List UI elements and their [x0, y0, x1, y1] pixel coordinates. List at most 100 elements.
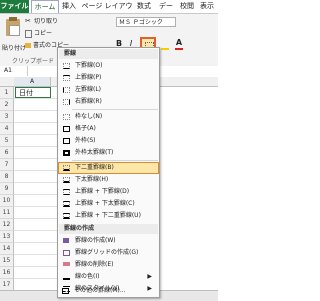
menu-item-draw-border[interactable]: 罫線の作成(W)	[59, 236, 158, 246]
menu-item-label: 線の色(I)	[75, 273, 100, 280]
menu-item-label: 枠なし(N)	[75, 113, 103, 120]
menu-item-label: 罫線グリッドの作成(G)	[75, 249, 139, 256]
font-name-select[interactable]: ＭＳ Ｐゴシック	[116, 17, 176, 27]
column-a-header[interactable]: A	[14, 77, 51, 86]
menu-item-no-border[interactable]: 枠なし(N)	[59, 112, 158, 122]
submenu-arrow-icon: ▶	[147, 273, 152, 280]
paste-label: 貼り付け	[2, 45, 27, 52]
row-header[interactable]: 8	[0, 171, 14, 183]
menu-item-label: 格子(A)	[75, 125, 96, 132]
top-border-icon	[63, 75, 70, 81]
tab-insert[interactable]: 挿入	[61, 0, 77, 13]
tab-home[interactable]: ホーム	[31, 0, 59, 13]
tab-data[interactable]: データ	[156, 0, 176, 23]
tab-file[interactable]: ファイル	[0, 0, 29, 13]
tab-formulas[interactable]: 数式	[136, 0, 152, 13]
fill-color-icon[interactable]	[160, 39, 170, 50]
menu-item-label: 上罫線 + 下二重罫線(U)	[75, 212, 141, 219]
left-border-icon	[63, 87, 70, 93]
top-thick-bottom-icon	[63, 201, 70, 207]
menu-item-right-border[interactable]: 右罫線(R)	[59, 97, 158, 107]
menu-item-label: 外枠太罫線(T)	[75, 149, 114, 156]
grid-pencil-icon	[63, 250, 70, 256]
row-header[interactable]: 2	[0, 99, 14, 111]
no-border-icon	[63, 114, 70, 120]
menu-separator	[72, 109, 158, 110]
top-bottom-icon	[63, 189, 70, 195]
menu-item-top-double-bottom[interactable]: 上罫線 + 下二重罫線(U)	[59, 211, 158, 221]
menu-item-label: 右罫線(R)	[75, 98, 102, 105]
row-header[interactable]: 11	[0, 207, 14, 219]
pencil-icon	[63, 238, 69, 243]
menu-item-bottom-double-border[interactable]: 下二重罫線(B)	[58, 162, 159, 174]
name-box[interactable]: A1	[0, 66, 28, 76]
menu-item-thick-outside[interactable]: 外枠太罫線(T)	[59, 148, 158, 158]
menu-item-top-border[interactable]: 上罫線(P)	[59, 73, 158, 83]
menu-item-label: 下二重罫線(B)	[75, 164, 114, 171]
menu-item-more-borders[interactable]: その他の罫線(M)...	[58, 286, 157, 296]
menu-section-borders: 罫線	[59, 49, 158, 59]
menu-item-label: 罫線の削除(E)	[75, 261, 114, 268]
menu-item-label: 上罫線 + 下太罫線(C)	[75, 200, 135, 207]
clipboard-group-label: クリップボード	[12, 58, 55, 65]
scissors-icon: ✂	[25, 17, 31, 25]
menu-separator	[72, 160, 158, 161]
menu-item-outside-borders[interactable]: 外枠(S)	[59, 136, 158, 146]
menu-item-erase-border[interactable]: 罫線の削除(E)	[59, 260, 158, 270]
all-borders-icon	[63, 126, 70, 132]
row-header[interactable]: 16	[0, 267, 14, 279]
borders-dropdown-menu: 罫線 下罫線(O) 上罫線(P) 左罫線(L) 右罫線(R) 枠なし(N) 格子…	[57, 47, 160, 298]
menu-item-thick-bottom[interactable]: 下太罫線(H)	[59, 175, 158, 185]
clipboard-icon	[6, 17, 20, 36]
outside-borders-icon	[63, 138, 70, 144]
line-color-icon	[63, 274, 70, 280]
thick-bottom-icon	[63, 177, 70, 183]
copy-icon	[25, 29, 32, 38]
tab-view[interactable]: 表示	[198, 0, 216, 13]
row-header[interactable]: 4	[0, 123, 14, 135]
menu-item-top-bottom[interactable]: 上罫線 + 下罫線(D)	[59, 187, 158, 197]
copy-button[interactable]: コピー	[25, 29, 52, 39]
cut-button[interactable]: ✂ 切り取り	[25, 17, 58, 27]
menu-item-label: 下太罫線(H)	[75, 176, 109, 183]
menu-item-draw-grid[interactable]: 罫線グリッドの作成(G)	[59, 248, 158, 258]
menu-item-all-borders[interactable]: 格子(A)	[59, 124, 158, 134]
row-header[interactable]: 5	[0, 135, 14, 147]
row-header[interactable]: 14	[0, 243, 14, 255]
row-header[interactable]: 9	[0, 183, 14, 195]
ribbon-tab-bar: ファイル ホーム 挿入 ページ レイアウト 数式 データ 校閲 表示	[0, 0, 218, 23]
menu-item-label: 上罫線(P)	[75, 74, 102, 81]
menu-section-draw-borders: 罫線の作成	[59, 224, 158, 234]
row-header[interactable]: 7	[0, 159, 14, 171]
menu-item-label: 外枠(S)	[75, 137, 96, 144]
font-color-icon[interactable]: A	[174, 38, 184, 50]
menu-item-left-border[interactable]: 左罫線(L)	[59, 85, 158, 95]
menu-item-label: 上罫線 + 下罫線(D)	[75, 188, 130, 195]
top-double-bottom-icon	[63, 213, 70, 219]
paste-button[interactable]: 貼り付け	[2, 16, 26, 56]
bottom-double-border-icon	[63, 165, 70, 171]
cell-a1[interactable]: 日付	[15, 87, 51, 98]
eraser-icon	[63, 262, 70, 266]
right-border-icon	[63, 99, 70, 105]
tab-review[interactable]: 校閲	[178, 0, 196, 13]
menu-item-label: 罫線の作成(W)	[75, 237, 116, 244]
thick-outside-icon	[63, 150, 70, 156]
cut-label: 切り取り	[34, 18, 59, 25]
menu-item-top-thick-bottom[interactable]: 上罫線 + 下太罫線(C)	[59, 199, 158, 209]
menu-item-label: その他の罫線(M)...	[74, 287, 126, 294]
copy-label: コピー	[34, 30, 53, 37]
more-borders-icon	[62, 288, 69, 294]
menu-item-label: 下罫線(O)	[75, 62, 103, 69]
menu-item-bottom-border[interactable]: 下罫線(O)	[59, 61, 158, 71]
row-header[interactable]: 10	[0, 195, 14, 207]
row-header[interactable]: 1	[0, 87, 14, 99]
menu-item-label: 左罫線(L)	[75, 86, 102, 93]
row-header[interactable]: 6	[0, 147, 14, 159]
row-header[interactable]: 13	[0, 231, 14, 243]
row-header[interactable]: 3	[0, 111, 14, 123]
row-header[interactable]: 12	[0, 219, 14, 231]
row-header[interactable]: 15	[0, 255, 14, 267]
menu-item-line-color[interactable]: 線の色(I) ▶	[59, 272, 158, 282]
tab-page-layout[interactable]: ページ レイアウト	[80, 0, 134, 23]
